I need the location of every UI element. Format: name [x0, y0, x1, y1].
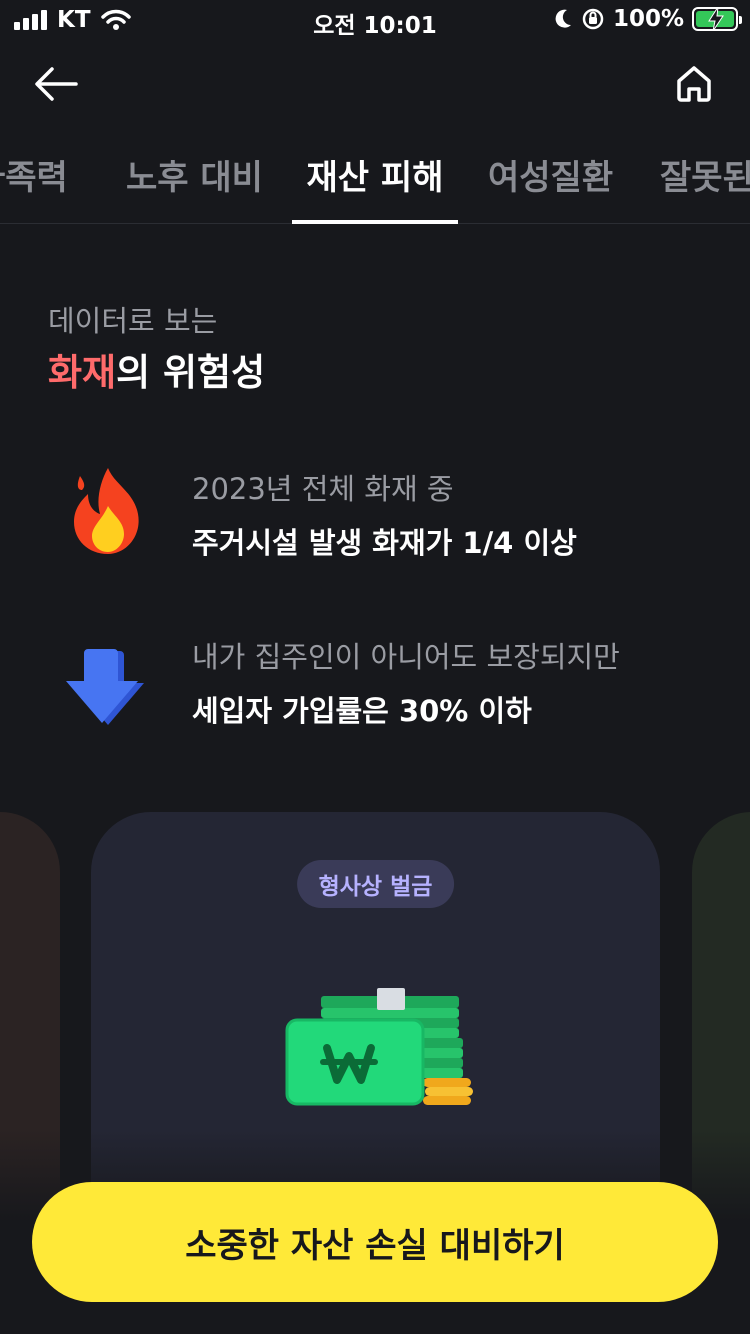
- fact-line2: 주거시설 발생 화재가 1/4 이상: [192, 526, 577, 560]
- fact-line1: 2023년 전체 화재 중: [192, 472, 454, 506]
- home-icon: [677, 66, 711, 102]
- arrow-down-icon: [66, 649, 144, 725]
- status-bar: KT 오전 10:01 100%: [0, 0, 750, 42]
- fact-item: 2023년 전체 화재 중 주거시설 발생 화재가 1/4 이상: [0, 466, 750, 566]
- orientation-lock-icon: [582, 8, 604, 30]
- tab-wrong[interactable]: 잘못된: [660, 150, 750, 224]
- fact-item: 내가 집주인이 아니어도 보장되지만 세입자 가입률은 30% 이하: [0, 634, 750, 734]
- arrow-left-icon: [35, 67, 78, 101]
- tab-retirement[interactable]: 노후 대비: [126, 150, 263, 224]
- won-money-stack-icon: [285, 988, 473, 1106]
- section-subtitle: 데이터로 보는: [48, 304, 218, 338]
- app-bar: [0, 52, 750, 116]
- status-right: 100%: [553, 6, 742, 32]
- title-accent: 화재: [48, 351, 117, 394]
- tab-womens-disease[interactable]: 여성질환: [488, 150, 613, 224]
- fire-icon: [74, 468, 139, 554]
- active-tab-indicator: [292, 220, 458, 224]
- battery-percent: 100%: [612, 6, 684, 32]
- moon-icon: [555, 9, 571, 28]
- cta-button[interactable]: 소중한 자산 손실 대비하기: [32, 1182, 718, 1302]
- fact-line2: 세입자 가입률은 30% 이하: [192, 694, 532, 728]
- back-button[interactable]: [30, 60, 82, 108]
- battery-charging-icon: [692, 7, 742, 31]
- fact-line1: 내가 집주인이 아니어도 보장되지만: [192, 640, 620, 674]
- home-button[interactable]: [668, 58, 720, 110]
- card-badge: 형사상 벌금: [296, 860, 455, 908]
- tab-property-damage[interactable]: 재산 피해: [292, 150, 458, 224]
- screen: KT 오전 10:01 100% 족력 노후 대비 재산 피해 여성질환 잘못된…: [0, 0, 750, 1334]
- section-title: 화재의 위험성: [48, 342, 265, 396]
- category-tabs: 가족력 노후 대비 재산 피해 여성질환 잘못된: [0, 140, 750, 224]
- title-rest: 의 위험성: [116, 351, 266, 394]
- tab-family-history[interactable]: 가족력: [0, 150, 68, 224]
